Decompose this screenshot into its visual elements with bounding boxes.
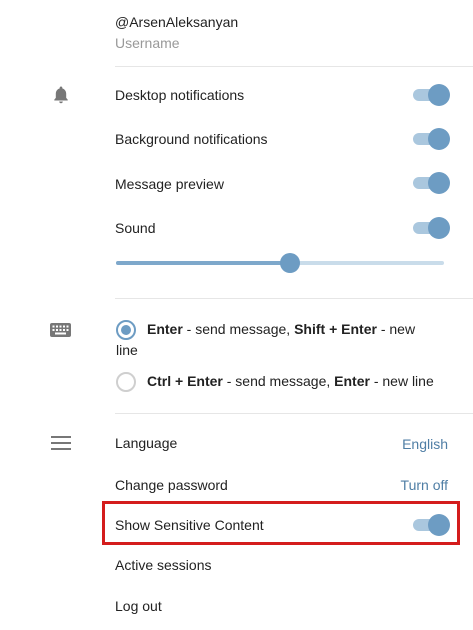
divider bbox=[115, 298, 473, 299]
send-option-enter-wrap: line bbox=[116, 342, 138, 358]
key-enter: Enter bbox=[334, 373, 370, 389]
divider bbox=[115, 66, 473, 67]
message-preview-toggle[interactable] bbox=[413, 172, 450, 194]
sensitive-content-toggle[interactable] bbox=[413, 514, 450, 536]
change-password-label[interactable]: Change password bbox=[115, 476, 228, 494]
volume-slider-knob[interactable] bbox=[279, 253, 300, 273]
background-notifications-toggle[interactable] bbox=[413, 128, 450, 150]
divider bbox=[115, 413, 473, 414]
language-value-link[interactable]: English bbox=[402, 435, 448, 453]
message-preview-label: Message preview bbox=[115, 176, 224, 192]
bell-icon bbox=[51, 85, 71, 105]
sensitive-content-label: Show Sensitive Content bbox=[115, 517, 264, 533]
send-enter-radio[interactable] bbox=[116, 320, 136, 340]
send-option-enter[interactable]: Enter - send message, Shift + Enter - ne… bbox=[147, 320, 415, 338]
key-shift-enter: Shift + Enter bbox=[294, 321, 377, 337]
username-value: @ArsenAleksanyan bbox=[115, 14, 239, 30]
sound-toggle[interactable] bbox=[413, 217, 450, 239]
active-sessions-link[interactable]: Active sessions bbox=[115, 556, 211, 574]
menu-icon bbox=[51, 436, 71, 450]
send-option-ctrl-enter[interactable]: Ctrl + Enter - send message, Enter - new… bbox=[147, 372, 434, 390]
log-out-link[interactable]: Log out bbox=[115, 597, 162, 615]
desktop-notifications-toggle[interactable] bbox=[413, 84, 450, 106]
send-ctrl-enter-radio[interactable] bbox=[116, 372, 136, 392]
key-ctrl-enter: Ctrl + Enter bbox=[147, 373, 223, 389]
language-label: Language bbox=[115, 435, 178, 451]
volume-slider-fill bbox=[116, 261, 290, 265]
background-notifications-label: Background notifications bbox=[115, 131, 268, 147]
username-label: Username bbox=[115, 35, 180, 51]
volume-slider[interactable] bbox=[116, 253, 444, 273]
desktop-notifications-label: Desktop notifications bbox=[115, 87, 245, 103]
key-enter: Enter bbox=[147, 321, 183, 337]
turn-off-password-link[interactable]: Turn off bbox=[401, 476, 448, 494]
keyboard-icon bbox=[49, 321, 73, 339]
sound-label: Sound bbox=[115, 220, 156, 236]
